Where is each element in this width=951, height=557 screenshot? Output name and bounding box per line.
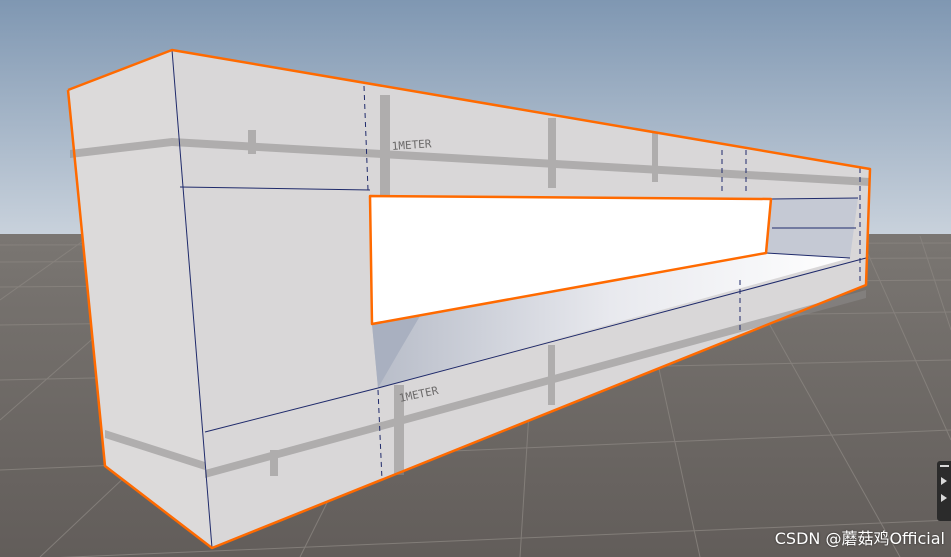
watermark-text: CSDN @蘑菇鸡Official [774,529,945,548]
menu-bar-icon [940,465,949,467]
expand-arrow-icon [941,494,947,502]
scene-canvas[interactable]: 1METER 1METER [0,0,951,557]
scene-overlay-toggle-icon[interactable] [937,461,951,521]
scene-viewport[interactable]: 1METER 1METER CSDN @蘑菇鸡Official [0,0,951,557]
expand-arrow-icon [941,477,947,485]
